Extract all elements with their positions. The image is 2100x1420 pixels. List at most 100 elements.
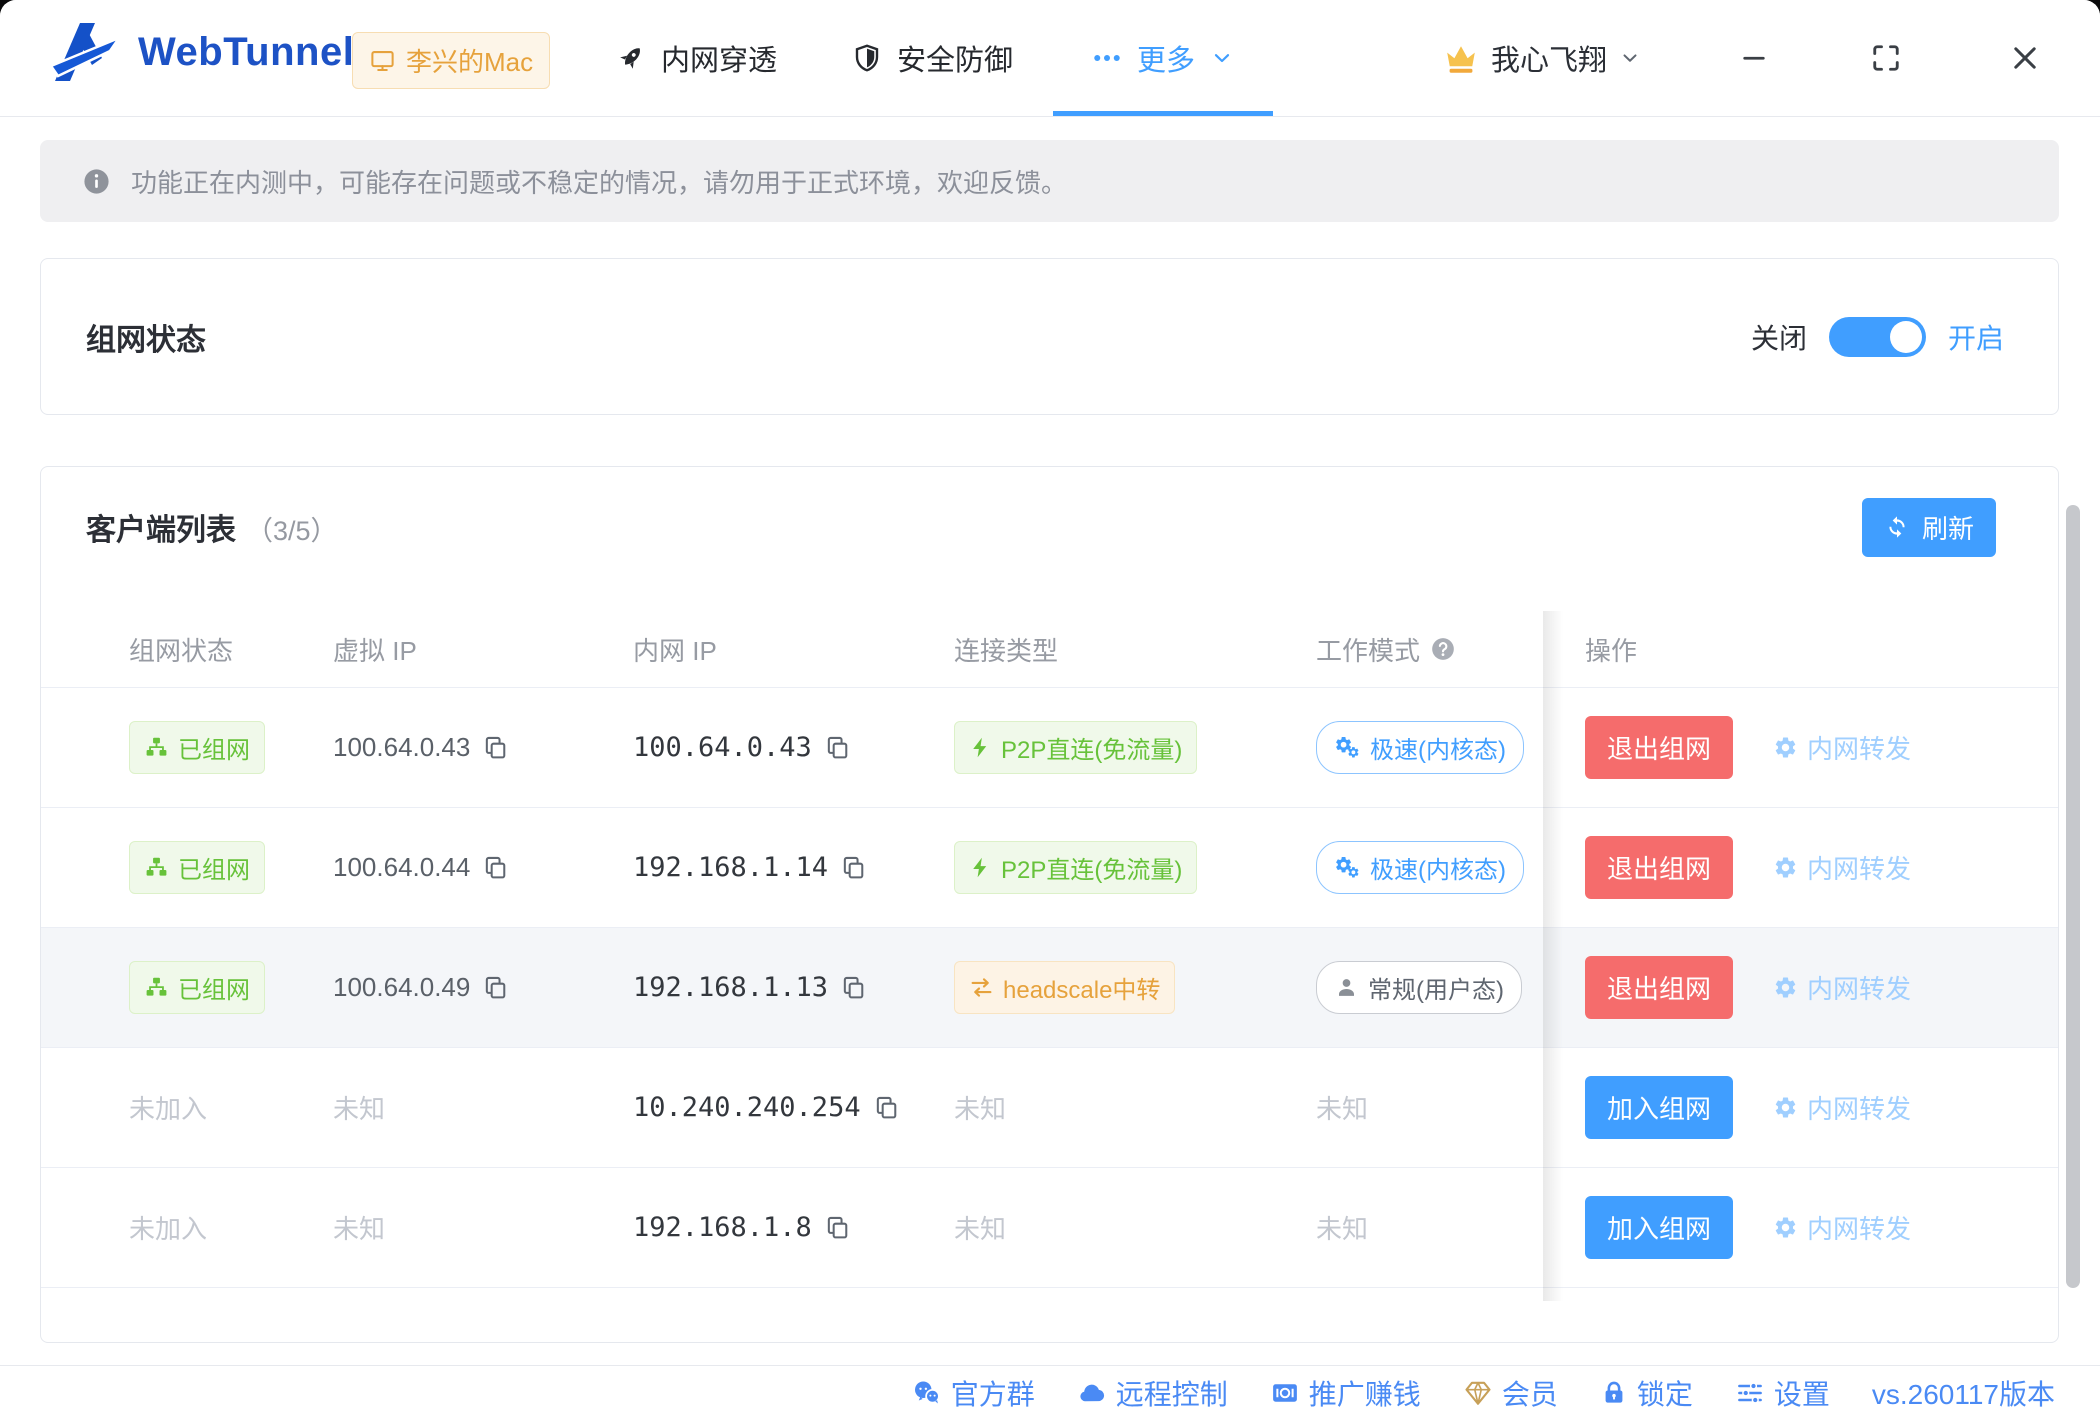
- vertical-scrollbar-thumb[interactable]: [2066, 505, 2080, 1288]
- banknote-icon: [1270, 1378, 1300, 1408]
- beta-notice-bar: 功能正在内测中，可能存在问题或不稳定的情况，请勿用于正式环境，欢迎反馈。: [40, 140, 2059, 222]
- webtunnel-logo-icon: [50, 20, 122, 84]
- gear-icon: [1773, 975, 1798, 1000]
- lan-forward-link[interactable]: 内网转发: [1773, 849, 1911, 886]
- copy-icon[interactable]: [824, 1214, 851, 1241]
- status-text: 未加入: [129, 1209, 207, 1246]
- lan-ip: 192.168.1.8: [633, 1212, 812, 1243]
- nav-label: 内网穿透: [661, 37, 777, 79]
- notice-text: 功能正在内测中，可能存在问题或不稳定的情况，请勿用于正式环境，欢迎反馈。: [131, 163, 1067, 200]
- virtual-ip: 100.64.0.44: [333, 852, 470, 883]
- lan-forward-link[interactable]: 内网转发: [1773, 729, 1911, 766]
- network-toggle-switch[interactable]: [1829, 317, 1926, 357]
- nav-label: 更多: [1137, 37, 1195, 79]
- exit-network-button[interactable]: 退出组网: [1585, 716, 1733, 779]
- client-count-badge: （3/5）: [246, 509, 338, 548]
- copy-icon[interactable]: [482, 734, 509, 761]
- work-mode-badge: 常规(用户态): [1316, 961, 1522, 1014]
- status-badge: 已组网: [129, 961, 265, 1014]
- nav-item-more[interactable]: 更多: [1092, 0, 1234, 116]
- client-list-header: 客户端列表 （3/5） 刷新: [41, 467, 2058, 587]
- version-label: vs.260117版本: [1872, 1373, 2055, 1413]
- toggle-on-label: 开启: [1948, 317, 2004, 357]
- table-row: 已组网 100.64.0.49 192.168.1.13 headscale中转…: [41, 928, 2058, 1048]
- status-badge: 已组网: [129, 721, 265, 774]
- footer-item-official-group[interactable]: 官方群: [912, 1373, 1035, 1413]
- copy-icon[interactable]: [873, 1094, 900, 1121]
- user-menu[interactable]: 我心飞翔: [1443, 0, 1641, 116]
- conn-type-badge: headscale中转: [954, 961, 1175, 1014]
- refresh-button[interactable]: 刷新: [1862, 498, 1996, 557]
- sitemap-icon: [144, 735, 169, 760]
- chevron-down-icon: [1210, 46, 1234, 70]
- footer-item-settings[interactable]: 设置: [1735, 1373, 1830, 1413]
- join-network-button[interactable]: 加入组网: [1585, 1196, 1733, 1259]
- copy-icon[interactable]: [840, 854, 867, 881]
- refresh-icon: [1884, 514, 1910, 540]
- lan-ip: 10.240.240.254: [633, 1092, 861, 1123]
- nav-label: 安全防御: [897, 37, 1013, 79]
- fixed-column-shadow: [1543, 611, 1563, 1301]
- col-header-virtual-ip: 虚拟 IP: [333, 631, 633, 668]
- nav-item-security-defense[interactable]: 安全防御: [852, 0, 1013, 116]
- lightning-icon: [969, 736, 992, 759]
- sitemap-icon: [144, 975, 169, 1000]
- virtual-ip: 未知: [333, 1089, 385, 1126]
- copy-icon[interactable]: [824, 734, 851, 761]
- nav-item-intranet-tunnel[interactable]: 内网穿透: [616, 0, 777, 116]
- copy-icon[interactable]: [840, 974, 867, 1001]
- table-header-row: 组网状态 虚拟 IP 内网 IP 连接类型 工作模式 操作: [41, 611, 2058, 688]
- col-header-conn-type: 连接类型: [954, 631, 1316, 668]
- conn-type-badge: P2P直连(免流量): [954, 721, 1197, 774]
- sitemap-icon: [144, 855, 169, 880]
- lan-forward-link[interactable]: 内网转发: [1773, 1089, 1911, 1126]
- device-badge-label: 李兴的Mac: [406, 42, 533, 79]
- help-icon[interactable]: [1430, 636, 1456, 662]
- swap-arrows-icon: [969, 975, 994, 1000]
- gear-icon: [1773, 1095, 1798, 1120]
- conn-type-badge: P2P直连(免流量): [954, 841, 1197, 894]
- gear-icon: [1773, 735, 1798, 760]
- table-row: 已组网 100.64.0.43 100.64.0.43 P2P直连(免流量) 极…: [41, 688, 2058, 808]
- footer-item-lock[interactable]: 锁定: [1600, 1373, 1693, 1413]
- network-status-card: 组网状态 关闭 开启: [40, 258, 2059, 415]
- client-list-title: 客户端列表: [86, 505, 236, 549]
- maximize-button[interactable]: [1868, 0, 1904, 116]
- gears-icon: [1334, 854, 1361, 881]
- virtual-ip: 未知: [333, 1209, 385, 1246]
- app-header: WebTunnel 李兴的Mac 内网穿透 安全防御 更多 我心飞翔: [0, 0, 2100, 117]
- lan-ip: 192.168.1.13: [633, 972, 828, 1003]
- copy-icon[interactable]: [482, 854, 509, 881]
- status-badge: 已组网: [129, 841, 265, 894]
- lan-forward-link[interactable]: 内网转发: [1773, 969, 1911, 1006]
- work-mode-text: 未知: [1316, 1089, 1368, 1126]
- lan-forward-link[interactable]: 内网转发: [1773, 1209, 1911, 1246]
- crown-icon: [1443, 40, 1479, 76]
- col-header-work-mode: 工作模式: [1316, 631, 1563, 668]
- active-tab-underline: [1053, 111, 1273, 116]
- join-network-button[interactable]: 加入组网: [1585, 1076, 1733, 1139]
- conn-type-text: 未知: [954, 1209, 1006, 1246]
- copy-icon[interactable]: [482, 974, 509, 1001]
- close-button[interactable]: [2008, 0, 2042, 116]
- app-logo: WebTunnel: [50, 20, 354, 84]
- col-header-actions: 操作: [1563, 631, 2058, 668]
- table-row: 未加入 未知 192.168.1.8 未知 未知 加入组网内网转发: [41, 1168, 2058, 1288]
- client-table: 组网状态 虚拟 IP 内网 IP 连接类型 工作模式 操作 已组网 100.64…: [41, 611, 2058, 1288]
- table-row: 已组网 100.64.0.44 192.168.1.14 P2P直连(免流量) …: [41, 808, 2058, 928]
- minimize-button[interactable]: [1738, 0, 1770, 116]
- lightning-icon: [969, 856, 992, 879]
- exit-network-button[interactable]: 退出组网: [1585, 836, 1733, 899]
- gear-icon: [1773, 1215, 1798, 1240]
- footer-item-promotion[interactable]: 推广赚钱: [1270, 1373, 1421, 1413]
- chevron-down-icon: [1619, 47, 1641, 69]
- exit-network-button[interactable]: 退出组网: [1585, 956, 1733, 1019]
- footer-item-membership[interactable]: 会员: [1463, 1373, 1558, 1413]
- cloud-icon: [1077, 1378, 1107, 1408]
- minimize-icon: [1738, 42, 1770, 74]
- footer-item-remote-control[interactable]: 远程控制: [1077, 1373, 1228, 1413]
- person-icon: [1334, 975, 1359, 1000]
- work-mode-badge: 极速(内核态): [1316, 841, 1524, 894]
- lock-icon: [1600, 1379, 1628, 1407]
- rocket-icon: [616, 43, 646, 73]
